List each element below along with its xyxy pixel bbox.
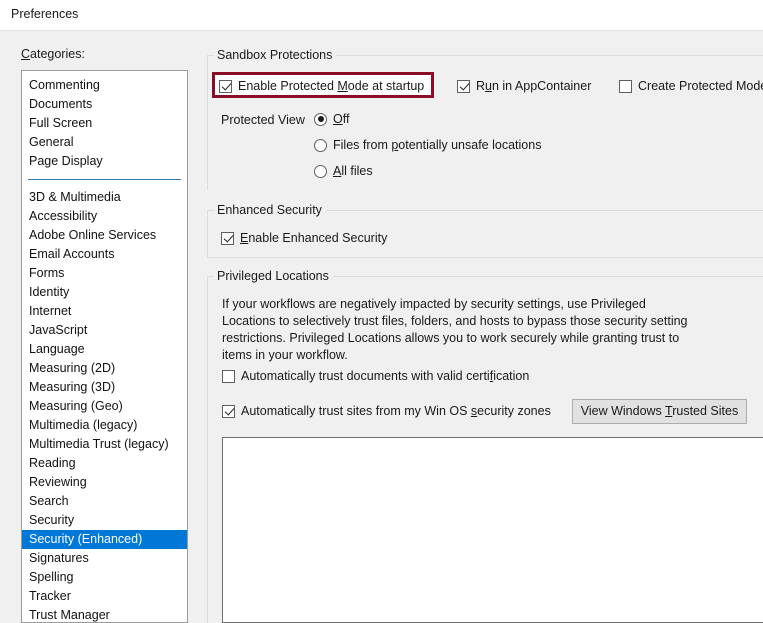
sidebar-item-commenting[interactable]: Commenting	[22, 76, 187, 95]
protected-view-allfiles-radio-row[interactable]: All files	[314, 164, 373, 178]
sidebar-item-measuring-2d[interactable]: Measuring (2D)	[22, 359, 187, 378]
sidebar-item-search[interactable]: Search	[22, 492, 187, 511]
trusted-locations-listbox[interactable]	[222, 437, 763, 623]
protected-view-unsafe-radio-row[interactable]: Files from potentially unsafe locations	[314, 138, 541, 152]
title-bar: Preferences	[0, 0, 763, 31]
trust-documents-checkbox-row[interactable]: Automatically trust documents with valid…	[222, 369, 529, 383]
sidebar-item-email-accounts[interactable]: Email Accounts	[22, 245, 187, 264]
window-title: Preferences	[11, 7, 79, 21]
create-protected-mode-log-checkbox[interactable]	[619, 79, 632, 93]
sidebar-item-internet[interactable]: Internet	[22, 302, 187, 321]
categories-listbox[interactable]: Commenting Documents Full Screen General Pag…	[21, 70, 188, 623]
protected-view-label: Protected View	[221, 113, 305, 127]
sidebar-item-measuring-geo[interactable]: Measuring (Geo)	[22, 397, 187, 416]
privileged-locations-description: If your workflows are negatively impacte…	[222, 297, 688, 362]
sidebar-item-trust-manager[interactable]: Trust Manager	[22, 606, 187, 622]
categories-list: Commenting Documents Full Screen General Pag…	[22, 71, 187, 622]
enable-enhanced-security-checkbox-row[interactable]: Enable Enhanced Security	[221, 231, 387, 245]
trust-documents-label: Automatically trust documents with valid…	[241, 369, 530, 383]
enhanced-security-legend: Enhanced Security	[214, 201, 326, 219]
enable-protected-mode-checkbox-row[interactable]: Enable Protected Mode at startup	[219, 79, 424, 93]
view-windows-trusted-sites-button[interactable]: View Windows Trusted Sites	[572, 399, 747, 424]
sidebar-item-accessibility[interactable]: Accessibility	[22, 207, 187, 226]
protected-view-unsafe-radio[interactable]	[314, 138, 327, 152]
view-windows-trusted-sites-label: View Windows Trusted Sites	[580, 404, 739, 418]
run-in-appcontainer-checkbox-row[interactable]: Run in AppContainer	[457, 79, 591, 93]
enable-protected-mode-label: Enable Protected Mode at startup	[238, 79, 425, 93]
protected-view-allfiles-label: All files	[333, 164, 373, 178]
protected-view-allfiles-radio[interactable]	[314, 164, 327, 178]
sidebar-item-reviewing[interactable]: Reviewing	[22, 473, 187, 492]
protected-view-off-radio[interactable]	[314, 112, 327, 126]
run-in-appcontainer-checkbox[interactable]	[457, 79, 470, 93]
enable-enhanced-security-label: Enable Enhanced Security	[240, 231, 388, 245]
sidebar-item-security[interactable]: Security	[22, 511, 187, 530]
sidebar-item-multimedia-legacy[interactable]: Multimedia (legacy)	[22, 416, 187, 435]
trust-sites-checkbox[interactable]	[222, 404, 235, 418]
create-protected-mode-log-label: Create Protected Mode l	[638, 79, 763, 93]
create-protected-mode-log-checkbox-row[interactable]: Create Protected Mode l	[619, 79, 763, 93]
trust-sites-checkbox-row[interactable]: Automatically trust sites from my Win OS…	[222, 404, 551, 418]
sidebar-item-reading[interactable]: Reading	[22, 454, 187, 473]
protected-view-unsafe-label: Files from potentially unsafe locations	[333, 138, 542, 152]
sidebar-item-javascript[interactable]: JavaScript	[22, 321, 187, 340]
sandbox-protections-legend: Sandbox Protections	[214, 46, 337, 64]
sidebar-item-forms[interactable]: Forms	[22, 264, 187, 283]
enable-enhanced-security-checkbox[interactable]	[221, 231, 234, 245]
protected-view-off-label: Off	[333, 112, 350, 126]
sidebar-item-tracker[interactable]: Tracker	[22, 587, 187, 606]
enable-protected-mode-checkbox[interactable]	[219, 79, 232, 93]
protected-view-off-radio-row[interactable]: Off	[314, 112, 349, 126]
sidebar-item-general[interactable]: General	[22, 133, 187, 152]
sidebar-item-language[interactable]: Language	[22, 340, 187, 359]
sidebar-item-signatures[interactable]: Signatures	[22, 549, 187, 568]
categories-label: Categories:	[21, 47, 85, 61]
sidebar-separator	[28, 179, 181, 180]
sidebar-item-documents[interactable]: Documents	[22, 95, 187, 114]
privileged-locations-legend: Privileged Locations	[214, 267, 333, 285]
sidebar-item-measuring-3d[interactable]: Measuring (3D)	[22, 378, 187, 397]
sidebar-item-security-enhanced[interactable]: Security (Enhanced)	[22, 530, 187, 549]
sidebar-item-identity[interactable]: Identity	[22, 283, 187, 302]
sidebar-item-spelling[interactable]: Spelling	[22, 568, 187, 587]
trust-documents-checkbox[interactable]	[222, 369, 235, 383]
sidebar-item-adobe-online-services[interactable]: Adobe Online Services	[22, 226, 187, 245]
run-in-appcontainer-label: Run in AppContainer	[476, 79, 592, 93]
sidebar-item-3d-multimedia[interactable]: 3D & Multimedia	[22, 188, 187, 207]
trust-sites-label: Automatically trust sites from my Win OS…	[241, 404, 551, 418]
enhanced-security-group: Enhanced Security	[207, 201, 763, 258]
preferences-window: Preferences Categories: Commenting Docume…	[0, 0, 763, 623]
sidebar-item-full-screen[interactable]: Full Screen	[22, 114, 187, 133]
sidebar-item-page-display[interactable]: Page Display	[22, 152, 187, 171]
sidebar-item-multimedia-trust-legacy[interactable]: Multimedia Trust (legacy)	[22, 435, 187, 454]
